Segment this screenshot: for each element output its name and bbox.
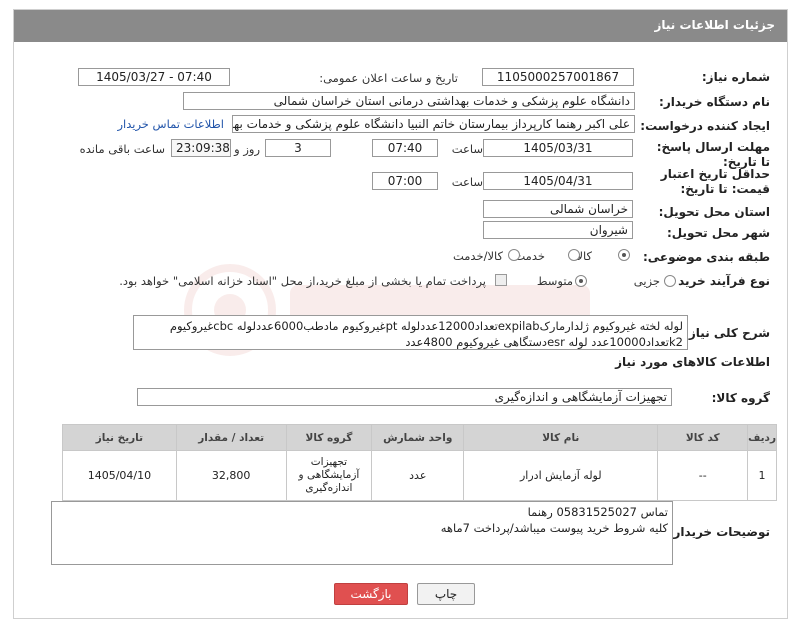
buyer-org-label: نام دستگاه خریدار: — [659, 95, 770, 109]
col-header-group: گروه کالا — [285, 424, 373, 451]
back-button[interactable]: بازگشت — [334, 583, 408, 605]
buyer-org-field: دانشگاه علوم پزشکی و خدمات بهداشتی درمان… — [183, 92, 635, 110]
category-radio-service[interactable] — [568, 249, 580, 261]
col-header-row: ردیف — [747, 424, 777, 451]
days-label: روز و — [234, 142, 260, 156]
min-price-time-label: ساعت — [451, 175, 483, 189]
deadline-time-label: ساعت — [451, 142, 483, 156]
need-number-label: شماره نیاز: — [701, 70, 770, 84]
need-number-field: 1105000257001867 — [482, 68, 634, 86]
treasury-checkbox[interactable] — [495, 274, 507, 286]
col-header-qty: تعداد / مقدار — [175, 424, 287, 451]
buyer-notes-field: تماس 05831525027 رهنما کلیه شروط خرید پی… — [51, 501, 673, 565]
category-option-goods-service: کالا/خدمت — [452, 249, 503, 263]
deadline-time-field: 07:40 — [372, 139, 438, 157]
city-field: شیروان — [483, 221, 633, 239]
creator-label: ایجاد کننده درخواست: — [640, 119, 770, 133]
goods-group-field: تجهیزات آزمایشگاهی و اندازه‌گیری — [137, 388, 672, 406]
table-row: 1 -- لوله آزمایش ادرار عدد تجهیزات آزمای… — [62, 450, 777, 501]
process-label: نوع فرآیند خرید : — [669, 274, 770, 288]
goods-group-label: گروه کالا: — [711, 391, 770, 405]
min-price-label: حداقل تاریخ اعتبار قیمت: تا تاریخ: — [660, 167, 770, 196]
cell-qty: 32,800 — [175, 450, 287, 501]
announce-field: 1405/03/27 - 07:40 — [78, 68, 230, 86]
process-radio-partial[interactable] — [664, 275, 676, 287]
print-button[interactable]: چاپ — [417, 583, 475, 605]
category-label: طبقه بندی موضوعی: — [642, 250, 770, 264]
category-radio-goods[interactable] — [618, 249, 630, 261]
cell-date: 1405/04/10 — [62, 450, 177, 501]
remaining-time-field: 23:09:38 — [171, 139, 231, 157]
province-field: خراسان شمالی — [483, 200, 633, 218]
overall-desc-field: لوله لخته غیروکیوم ژلدارمارکexpilabتعداد… — [133, 315, 688, 350]
province-label: استان محل تحویل: — [658, 205, 770, 219]
deadline-date-field: 1405/03/31 — [483, 139, 633, 157]
announce-label: تاریخ و ساعت اعلان عمومی: — [319, 71, 458, 85]
remaining-label: ساعت باقی مانده — [79, 142, 165, 156]
process-radio-medium[interactable] — [575, 275, 587, 287]
min-price-date-field: 1405/04/31 — [483, 172, 633, 190]
col-header-code: کد کالا — [657, 424, 749, 451]
buyer-notes-line-1: تماس 05831525027 رهنما — [527, 505, 668, 519]
items-section-title: اطلاعات کالاهای مورد نیاز — [615, 355, 770, 369]
buyer-notes-line-2: کلیه شروط خرید پیوست میباشد/پرداخت 7ماهه — [440, 521, 668, 535]
process-option-medium: متوسط — [536, 274, 573, 288]
deadline-label: مهلت ارسال پاسخ: تا تاریخ: — [656, 140, 770, 169]
process-note: پرداخت تمام یا بخشی از مبلغ خرید،از محل … — [119, 274, 486, 288]
city-label: شهر محل تحویل: — [666, 226, 770, 240]
panel-title: جزئیات اطلاعات نیاز — [14, 10, 787, 42]
buyer-contact-link[interactable]: اطلاعات تماس خریدار — [117, 117, 224, 131]
min-price-time-field: 07:00 — [372, 172, 438, 190]
cell-unit: عدد — [371, 450, 465, 501]
cell-name: لوله آزمایش ادرار — [463, 450, 659, 501]
items-table: ردیف کد کالا نام کالا واحد شمارش گروه کا… — [62, 424, 777, 501]
cell-row: 1 — [747, 450, 777, 501]
col-header-date: تاریخ نیاز — [62, 424, 177, 451]
items-table-header: ردیف کد کالا نام کالا واحد شمارش گروه کا… — [62, 424, 777, 451]
cell-code: -- — [657, 450, 749, 501]
creator-field: علی اکبر رهنما کارپرداز بیمارستان خاتم ا… — [232, 115, 635, 133]
buyer-notes-label: توضیحات خریدار: — [668, 525, 770, 539]
col-header-unit: واحد شمارش — [371, 424, 465, 451]
days-field: 3 — [265, 139, 331, 157]
col-header-name: نام کالا — [463, 424, 659, 451]
category-radio-goods-service[interactable] — [508, 249, 520, 261]
cell-group: تجهیزات آزمایشگاهی و اندازه‌گیری — [285, 450, 373, 501]
overall-desc-label: شرح کلی نیاز: — [684, 326, 770, 340]
process-option-partial: جزیی — [633, 274, 660, 288]
